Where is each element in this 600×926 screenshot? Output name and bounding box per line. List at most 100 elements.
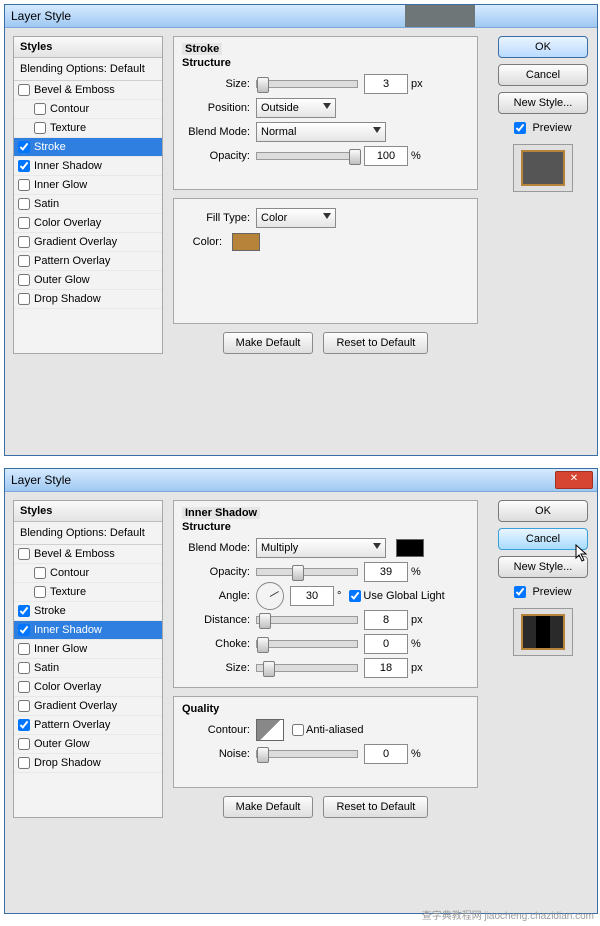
style-item-bevel-emboss[interactable]: Bevel & Emboss [14, 81, 162, 100]
style-item-drop-shadow[interactable]: Drop Shadow [14, 754, 162, 773]
style-item-texture[interactable]: Texture [14, 583, 162, 602]
style-checkbox[interactable] [18, 84, 30, 96]
reset-default-button[interactable]: Reset to Default [323, 332, 428, 354]
opacity-slider[interactable] [256, 568, 358, 576]
style-item-bevel-emboss[interactable]: Bevel & Emboss [14, 545, 162, 564]
style-checkbox[interactable] [18, 160, 30, 172]
style-checkbox[interactable] [18, 548, 30, 560]
blending-options-default[interactable]: Blending Options: Default [14, 58, 162, 81]
opacity-input[interactable] [364, 146, 408, 166]
global-light-checkbox[interactable] [349, 590, 361, 602]
filltype-dropdown[interactable]: Color [256, 208, 336, 228]
slider-thumb[interactable] [259, 613, 271, 629]
size-slider[interactable] [256, 80, 358, 88]
blendmode-dropdown[interactable]: Multiply [256, 538, 386, 558]
make-default-button[interactable]: Make Default [223, 796, 314, 818]
size-input[interactable] [364, 658, 408, 678]
style-checkbox[interactable] [18, 293, 30, 305]
style-checkbox[interactable] [18, 738, 30, 750]
ok-button[interactable]: OK [498, 36, 588, 58]
contour-picker[interactable] [256, 719, 284, 741]
choke-slider[interactable] [256, 640, 358, 648]
style-checkbox[interactable] [18, 179, 30, 191]
style-item-inner-shadow[interactable]: Inner Shadow [14, 157, 162, 176]
preview-checkbox[interactable] [514, 586, 526, 598]
style-checkbox[interactable] [18, 662, 30, 674]
titlebar[interactable]: Layer Style ✕ [5, 469, 597, 492]
slider-thumb[interactable] [292, 565, 304, 581]
cancel-button[interactable]: Cancel [498, 528, 588, 550]
style-checkbox[interactable] [18, 605, 30, 617]
slider-thumb[interactable] [349, 149, 361, 165]
antialiased-checkbox[interactable] [292, 724, 304, 736]
style-item-inner-glow[interactable]: Inner Glow [14, 640, 162, 659]
shadow-color-swatch[interactable] [396, 539, 424, 557]
close-button[interactable]: ✕ [555, 471, 593, 489]
style-item-inner-glow[interactable]: Inner Glow [14, 176, 162, 195]
style-checkbox[interactable] [18, 141, 30, 153]
style-item-outer-glow[interactable]: Outer Glow [14, 271, 162, 290]
size-input[interactable] [364, 74, 408, 94]
style-checkbox[interactable] [34, 586, 46, 598]
style-checkbox[interactable] [18, 198, 30, 210]
angle-input[interactable] [290, 586, 334, 606]
style-item-color-overlay[interactable]: Color Overlay [14, 678, 162, 697]
style-item-color-overlay[interactable]: Color Overlay [14, 214, 162, 233]
style-item-contour[interactable]: Contour [14, 100, 162, 119]
choke-input[interactable] [364, 634, 408, 654]
style-item-satin[interactable]: Satin [14, 659, 162, 678]
style-item-pattern-overlay[interactable]: Pattern Overlay [14, 252, 162, 271]
size-slider[interactable] [256, 664, 358, 672]
distance-input[interactable] [364, 610, 408, 630]
position-row: Position: Outside [182, 97, 469, 119]
preview-checkbox[interactable] [514, 122, 526, 134]
style-item-drop-shadow[interactable]: Drop Shadow [14, 290, 162, 309]
style-checkbox[interactable] [18, 624, 30, 636]
style-item-gradient-overlay[interactable]: Gradient Overlay [14, 233, 162, 252]
style-checkbox[interactable] [18, 643, 30, 655]
styles-header[interactable]: Styles [14, 37, 162, 58]
blendmode-dropdown[interactable]: Normal [256, 122, 386, 142]
angle-dial[interactable] [256, 582, 284, 610]
ok-button[interactable]: OK [498, 500, 588, 522]
new-style-button[interactable]: New Style... [498, 92, 588, 114]
noise-input[interactable] [364, 744, 408, 764]
slider-thumb[interactable] [257, 637, 269, 653]
style-item-pattern-overlay[interactable]: Pattern Overlay [14, 716, 162, 735]
style-checkbox[interactable] [18, 255, 30, 267]
style-item-contour[interactable]: Contour [14, 564, 162, 583]
distance-slider[interactable] [256, 616, 358, 624]
opacity-input[interactable] [364, 562, 408, 582]
slider-thumb[interactable] [257, 747, 269, 763]
style-checkbox[interactable] [18, 719, 30, 731]
styles-header[interactable]: Styles [14, 501, 162, 522]
reset-default-button[interactable]: Reset to Default [323, 796, 428, 818]
style-checkbox[interactable] [18, 700, 30, 712]
style-item-inner-shadow[interactable]: Inner Shadow [14, 621, 162, 640]
titlebar[interactable]: Layer Style [5, 5, 597, 28]
slider-thumb[interactable] [263, 661, 275, 677]
opacity-slider[interactable] [256, 152, 358, 160]
slider-thumb[interactable] [257, 77, 269, 93]
style-item-outer-glow[interactable]: Outer Glow [14, 735, 162, 754]
style-checkbox[interactable] [34, 103, 46, 115]
make-default-button[interactable]: Make Default [223, 332, 314, 354]
noise-slider[interactable] [256, 750, 358, 758]
style-item-stroke[interactable]: Stroke [14, 138, 162, 157]
style-item-stroke[interactable]: Stroke [14, 602, 162, 621]
style-checkbox[interactable] [18, 274, 30, 286]
style-checkbox[interactable] [18, 236, 30, 248]
position-dropdown[interactable]: Outside [256, 98, 336, 118]
style-checkbox[interactable] [18, 757, 30, 769]
style-item-satin[interactable]: Satin [14, 195, 162, 214]
blending-options-default[interactable]: Blending Options: Default [14, 522, 162, 545]
style-item-texture[interactable]: Texture [14, 119, 162, 138]
color-swatch[interactable] [232, 233, 260, 251]
style-checkbox[interactable] [34, 122, 46, 134]
style-checkbox[interactable] [18, 681, 30, 693]
cancel-button[interactable]: Cancel [498, 64, 588, 86]
new-style-button[interactable]: New Style... [498, 556, 588, 578]
style-checkbox[interactable] [18, 217, 30, 229]
style-item-gradient-overlay[interactable]: Gradient Overlay [14, 697, 162, 716]
style-checkbox[interactable] [34, 567, 46, 579]
